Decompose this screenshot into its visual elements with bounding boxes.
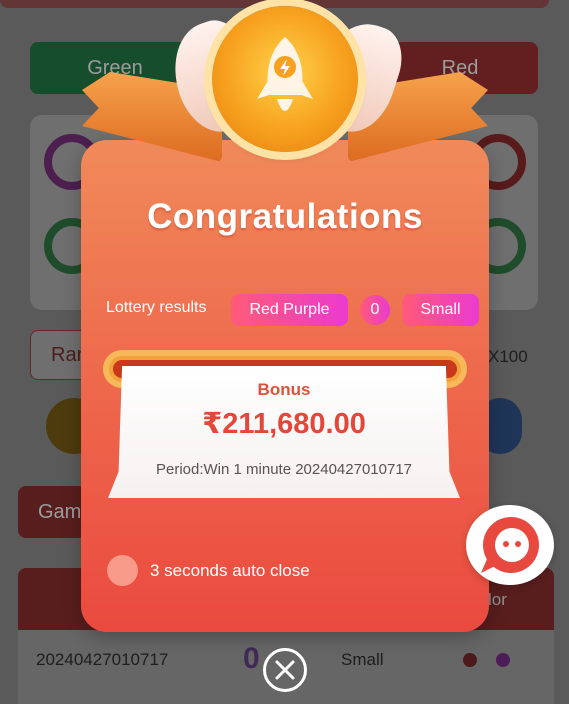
close-icon — [275, 660, 295, 680]
result-number-text: 0 — [370, 301, 380, 318]
lottery-results-label: Lottery results — [106, 299, 207, 316]
result-size-text: Small — [420, 301, 461, 318]
customer-support-button[interactable] — [466, 505, 554, 585]
rocket-icon — [257, 37, 313, 111]
result-color-text: Red Purple — [249, 301, 330, 318]
bonus-label: Bonus — [257, 380, 311, 399]
auto-close-checkbox[interactable] — [107, 555, 138, 586]
medal-badge — [212, 6, 358, 152]
chat-bubble-icon — [481, 517, 539, 573]
result-size-badge: Small — [402, 294, 479, 326]
result-number-badge: 0 — [360, 295, 390, 325]
bonus-amount: ₹211,680.00 — [202, 408, 366, 440]
result-color-badge: Red Purple — [231, 294, 348, 326]
auto-close-label[interactable]: 3 seconds auto close — [150, 561, 310, 581]
period-text: Period:Win 1 minute 20240427010717 — [155, 461, 413, 478]
close-button[interactable] — [263, 648, 307, 692]
modal-title: Congratulations — [147, 197, 423, 236]
